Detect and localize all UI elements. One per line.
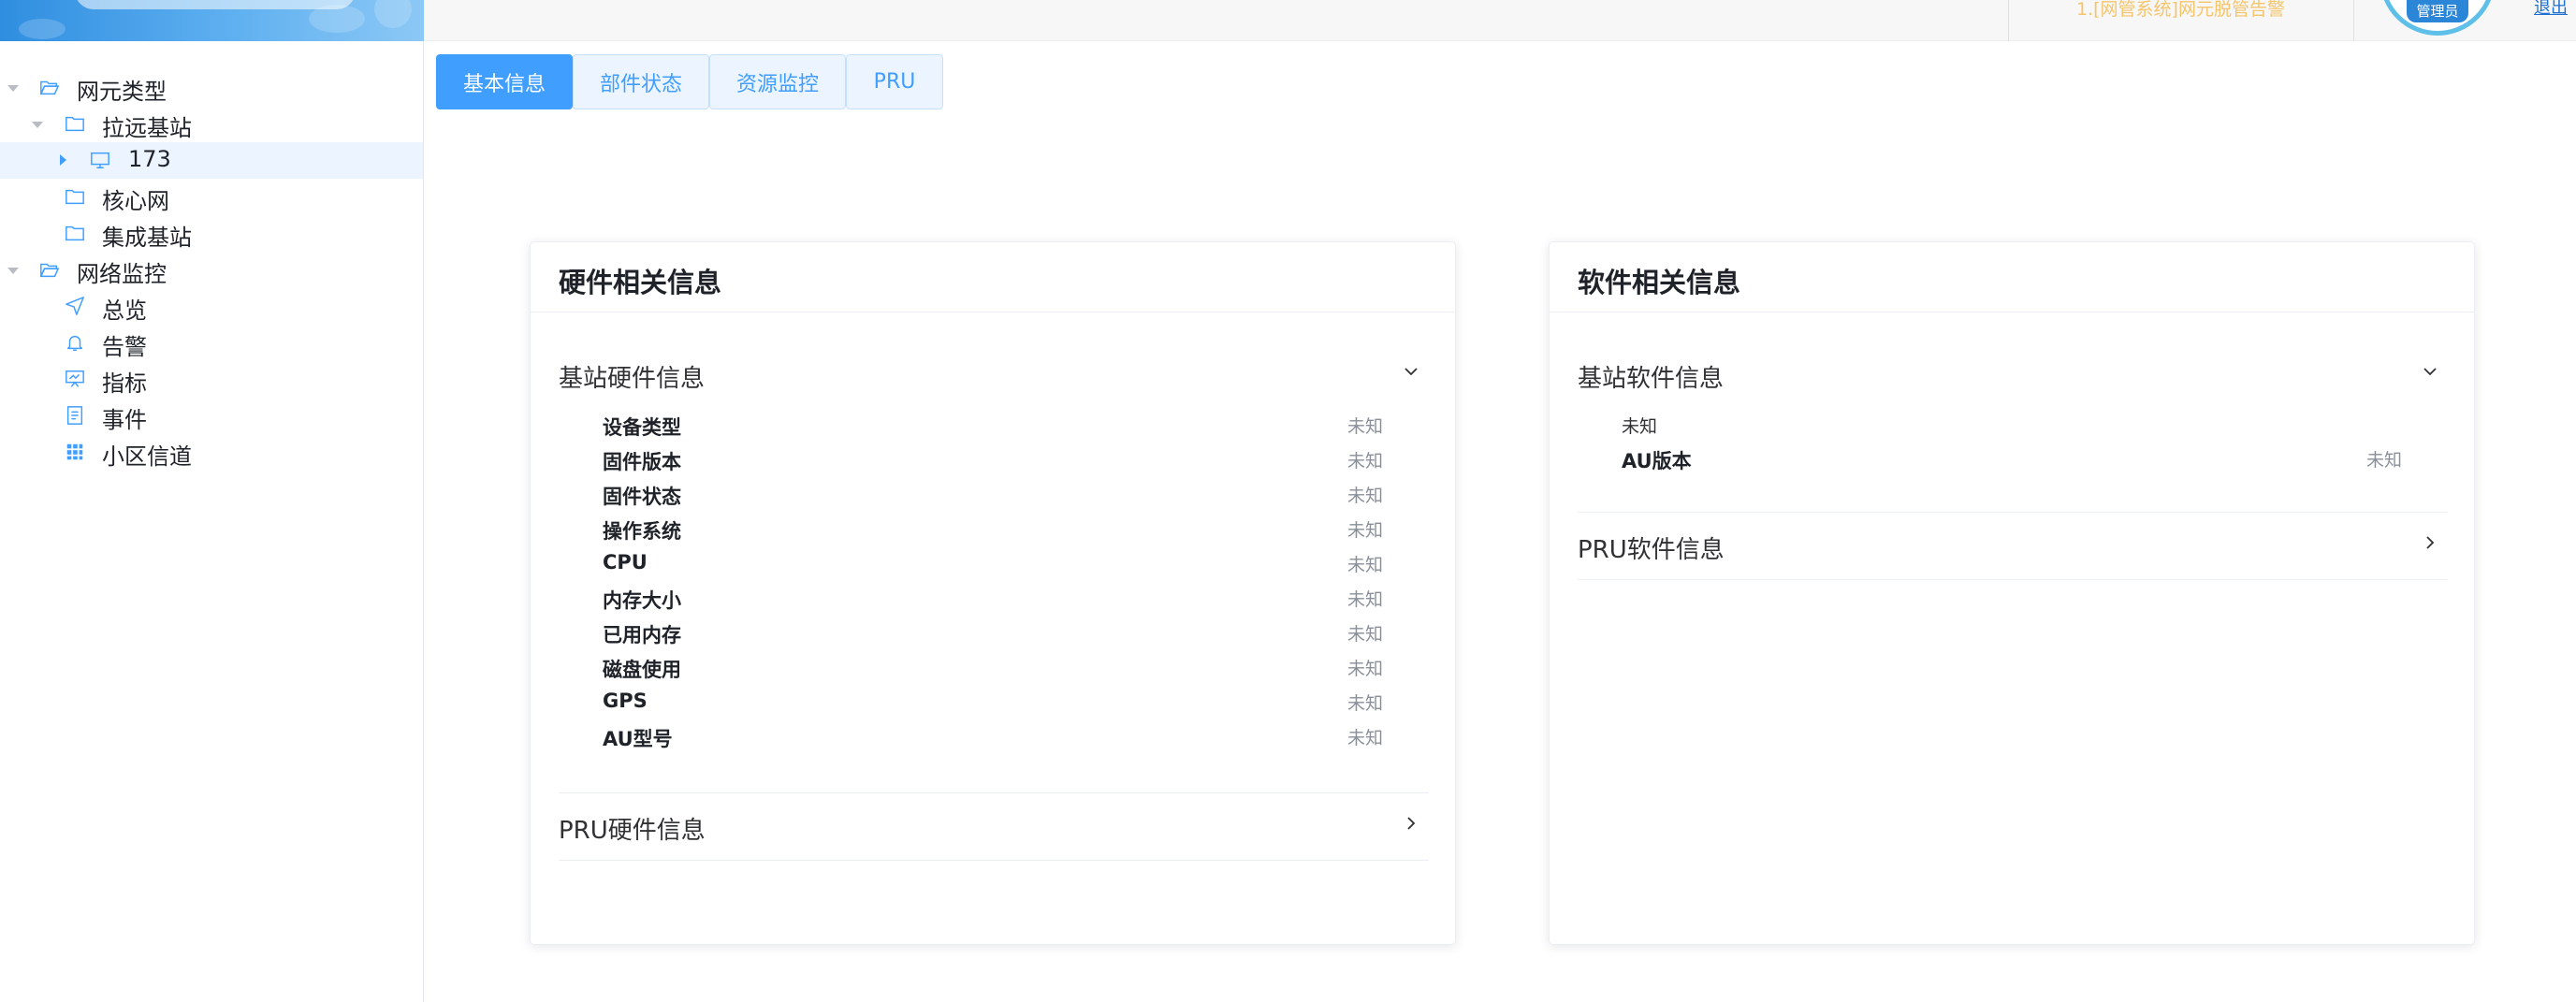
hw-row-label: 内存大小 [603, 589, 681, 612]
chevron-down-icon [1404, 368, 1418, 376]
tree-label: 总览 [102, 298, 147, 324]
presentation-chart-icon [65, 370, 84, 387]
tree-node-alarm[interactable]: 告警 [0, 325, 423, 361]
collapse-header-pru-hardware[interactable]: PRU硬件信息 [559, 792, 1429, 860]
folder-icon [65, 116, 84, 132]
hw-row-label: GPS [603, 690, 648, 712]
tree-node-metrics[interactable]: 指标 [0, 361, 423, 398]
sw-unknown-text: 未知 [1622, 416, 1658, 437]
tree-node-net-monitor[interactable]: 网络监控 [0, 252, 423, 288]
folder-open-icon [39, 263, 60, 278]
role-badge: 管理员 [2407, 0, 2468, 22]
hw-row-value: 未知 [1347, 659, 1384, 679]
tree-node-core[interactable]: 核心网 [0, 179, 423, 215]
collapse-header-pru-software[interactable]: PRU软件信息 [1578, 512, 2448, 579]
hw-row-label: 固件版本 [603, 451, 681, 473]
alert-ticker[interactable]: 1.[网管系统]网元脱管告警 [2008, 0, 2354, 41]
logout-link[interactable]: 退出 [2534, 0, 2568, 19]
hw-row-value: 未知 [1347, 693, 1384, 714]
tree-node-ne-type[interactable]: 网元类型 [0, 69, 423, 106]
tree-label: 173 [128, 146, 171, 172]
collapse-title: PRU软件信息 [1578, 536, 1725, 564]
divider [1578, 579, 2448, 580]
card-header: 硬件相关信息 [531, 242, 1455, 312]
tree-node-events[interactable]: 事件 [0, 398, 423, 434]
document-icon [66, 406, 83, 425]
tree-label: 告警 [102, 334, 147, 360]
chevron-right-icon [2426, 536, 2435, 549]
folder-icon [65, 189, 84, 205]
collapse-header-bs-software[interactable]: 基站软件信息 [1578, 341, 2448, 408]
tree-node-173[interactable]: 173 [0, 142, 423, 179]
tree-label: 核心网 [102, 188, 169, 214]
hw-row-label: 已用内存 [603, 624, 681, 646]
card-title: 硬件相关信息 [559, 267, 722, 298]
hw-row-value: 未知 [1347, 416, 1384, 437]
hw-row-label: 操作系统 [603, 520, 681, 543]
collapse-header-bs-hardware[interactable]: 基站硬件信息 [559, 341, 1429, 408]
tab-pru[interactable]: PRU [846, 54, 943, 109]
tree-label: 集成基站 [102, 225, 192, 251]
tree-node-cell-channel[interactable]: 小区信道 [0, 434, 423, 471]
tree-label: 网元类型 [77, 79, 167, 105]
alert-text[interactable]: 1.[网管系统]网元脱管告警 [2076, 0, 2285, 19]
hw-row-label: 设备类型 [603, 416, 681, 439]
folder-open-icon [39, 80, 60, 95]
hw-row-value: 未知 [1347, 589, 1384, 610]
tree-label: 拉远基站 [102, 115, 192, 141]
hw-row-value: 未知 [1347, 520, 1384, 541]
logo-icon [75, 0, 356, 9]
hw-row-label: CPU [603, 551, 648, 574]
folder-icon [65, 225, 84, 241]
hardware-card: 硬件相关信息 基站硬件信息 设备类型 未知 固件版本 未知 固件状态 未知 操作… [530, 241, 1456, 945]
sw-row-label: AU版本 [1622, 450, 1692, 472]
hw-row-label: AU型号 [603, 728, 673, 750]
hw-row-value: 未知 [1347, 728, 1384, 748]
tree-label: 网络监控 [77, 261, 167, 287]
collapse-title: 基站硬件信息 [559, 365, 706, 393]
tree-label: 指标 [102, 370, 147, 397]
tab-basic-info[interactable]: 基本信息 [436, 54, 573, 109]
hw-row-value: 未知 [1347, 624, 1384, 645]
hw-row-value: 未知 [1347, 451, 1384, 472]
caret-down-icon[interactable] [7, 85, 19, 92]
tree-node-integrated-bs[interactable]: 集成基站 [0, 215, 423, 252]
bell-icon [66, 335, 83, 351]
caret-down-icon[interactable] [7, 268, 19, 274]
hw-row-label: 固件状态 [603, 486, 681, 508]
software-card: 软件相关信息 基站软件信息 未知 AU版本 未知 PRU软件信息 [1549, 241, 2475, 945]
hw-row-label: 磁盘使用 [603, 659, 681, 681]
sw-row-value: 未知 [2366, 450, 2403, 471]
collapse-title: PRU硬件信息 [559, 817, 706, 845]
hw-row-value: 未知 [1347, 555, 1384, 575]
chevron-right-icon [1407, 817, 1416, 830]
divider [559, 860, 1429, 861]
collapse-title: 基站软件信息 [1578, 365, 1725, 393]
caret-right-icon[interactable] [60, 154, 66, 166]
sidebar-tree: 网元类型 拉远基站 173 核心网 集成基站 网络监控 总览 告警 指标 事件 … [0, 41, 424, 1002]
monitor-icon [91, 152, 109, 168]
logo-banner [0, 0, 424, 41]
card-title: 软件相关信息 [1578, 267, 1741, 298]
tab-component-status[interactable]: 部件状态 [573, 54, 709, 109]
card-header: 软件相关信息 [1550, 242, 2474, 312]
tree-node-overview[interactable]: 总览 [0, 288, 423, 325]
send-icon [65, 297, 84, 315]
grid-icon [66, 443, 83, 460]
hw-row-value: 未知 [1347, 486, 1384, 506]
tree-node-remote-bs[interactable]: 拉远基站 [0, 106, 423, 142]
tree-label: 事件 [102, 407, 147, 433]
chevron-down-icon [2423, 368, 2437, 376]
caret-down-icon[interactable] [32, 122, 43, 128]
tree-label: 小区信道 [102, 443, 192, 470]
tab-resource-monitor[interactable]: 资源监控 [709, 54, 846, 109]
